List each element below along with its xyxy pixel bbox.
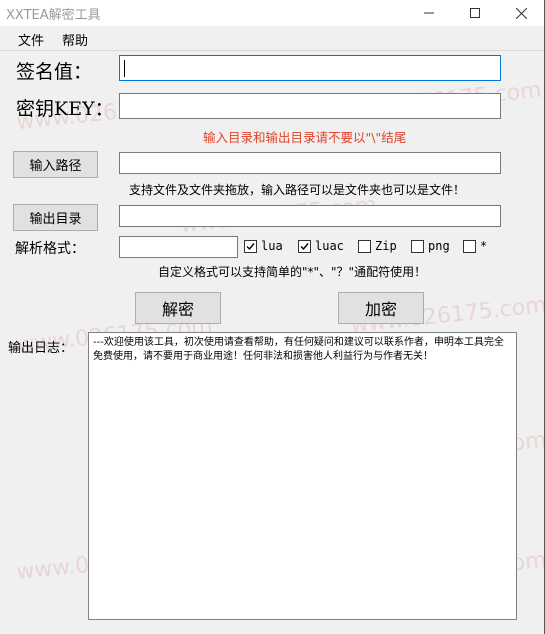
decrypt-button[interactable]: 解密 bbox=[135, 292, 221, 324]
checkbox-label: lua bbox=[261, 239, 283, 253]
output-dir-button[interactable]: 输出目录 bbox=[13, 204, 98, 231]
sign-label: 签名值： bbox=[16, 61, 93, 83]
check-icon bbox=[246, 242, 255, 250]
key-label: 密钥KEY： bbox=[16, 98, 114, 120]
text-caret bbox=[124, 60, 125, 77]
checkbox-label: png bbox=[428, 239, 450, 253]
checkbox-lua[interactable]: lua bbox=[244, 238, 283, 254]
input-path-button[interactable]: 输入路径 bbox=[13, 151, 98, 178]
checkbox-box[interactable] bbox=[244, 239, 257, 253]
checkbox-box[interactable] bbox=[411, 239, 424, 253]
maximize-icon bbox=[470, 8, 480, 18]
output-dir-field[interactable] bbox=[119, 205, 501, 227]
minimize-button[interactable] bbox=[406, 0, 452, 26]
encrypt-button[interactable]: 加密 bbox=[338, 292, 424, 324]
checkbox-png[interactable]: png bbox=[411, 238, 450, 254]
menu-file[interactable]: 文件 bbox=[18, 30, 44, 49]
log-label: 输出日志： bbox=[8, 341, 74, 356]
minimize-icon bbox=[424, 12, 434, 14]
checkbox-zip[interactable]: Zip bbox=[358, 238, 397, 254]
close-icon bbox=[515, 7, 527, 19]
checkbox-luac[interactable]: luac bbox=[298, 238, 344, 254]
close-button[interactable] bbox=[498, 0, 544, 26]
log-output[interactable]: ---欢迎使用该工具，初次使用请查看帮助，有任何疑问和建议可以联系作者，申明本工… bbox=[88, 332, 517, 620]
format-label: 解析格式： bbox=[15, 241, 85, 257]
input-path-field[interactable] bbox=[119, 152, 501, 174]
checkbox-label: luac bbox=[315, 239, 344, 253]
drag-hint: 支持文件及文件夹拖放，输入路径可以是文件夹也可以是文件！ bbox=[129, 183, 466, 197]
menu-bar: 文件 帮助 bbox=[0, 26, 544, 51]
checkbox-label: * bbox=[480, 239, 488, 253]
check-icon bbox=[300, 242, 309, 250]
app-window: XXTEA解密工具 文件 帮助 www.026175.com www.02617… bbox=[0, 0, 545, 634]
checkbox-box[interactable] bbox=[358, 239, 371, 253]
checkbox-box[interactable] bbox=[463, 239, 476, 253]
title-bar[interactable]: XXTEA解密工具 bbox=[0, 0, 544, 26]
checkbox-all[interactable]: * bbox=[463, 238, 487, 254]
log-text: ---欢迎使用该工具，初次使用请查看帮助，有任何疑问和建议可以联系作者，申明本工… bbox=[93, 337, 504, 362]
format-custom-input[interactable] bbox=[119, 236, 238, 258]
menu-help[interactable]: 帮助 bbox=[62, 30, 88, 49]
sign-input[interactable] bbox=[119, 55, 501, 81]
wildcard-hint: 自定义格式可以支持简单的"*"、"？"通配符使用！ bbox=[158, 265, 427, 279]
checkbox-label: Zip bbox=[375, 239, 397, 253]
maximize-button[interactable] bbox=[452, 0, 498, 26]
key-input[interactable] bbox=[119, 93, 501, 119]
checkbox-box[interactable] bbox=[298, 239, 311, 253]
window-title: XXTEA解密工具 bbox=[6, 8, 101, 23]
dir-warning: 输入目录和输出目录请不要以"\"结尾 bbox=[203, 130, 407, 145]
